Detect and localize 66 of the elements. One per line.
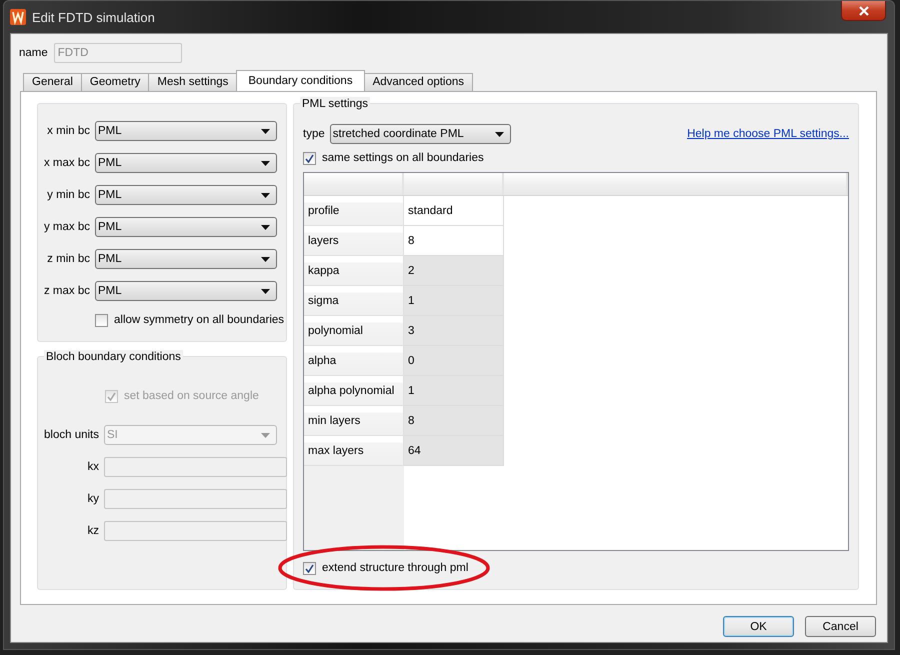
- field-label: x max bc: [42, 157, 91, 169]
- row-header: max layers: [304, 436, 404, 466]
- caret-icon: [261, 160, 270, 166]
- caret-icon: [494, 132, 504, 136]
- caret-icon: [261, 128, 270, 134]
- checkbox-label: same settings on all boundaries: [322, 152, 484, 164]
- group-title: Bloch boundary conditions: [44, 350, 183, 364]
- checkbox[interactable]: [303, 562, 316, 574]
- table-cell[interactable]: 1: [404, 286, 504, 316]
- checkbox-label: extend structure through pml: [322, 562, 468, 574]
- row-header: alpha: [304, 346, 404, 376]
- row-header: profile: [304, 196, 404, 226]
- table-cell[interactable]: 3: [404, 316, 504, 346]
- checkbox[interactable]: [95, 314, 108, 326]
- tab[interactable]: General: [23, 73, 82, 91]
- row-header: sigma: [304, 286, 404, 316]
- table-cell[interactable]: standard: [404, 196, 504, 226]
- tab[interactable]: Boundary conditions: [236, 70, 365, 91]
- field-label: kx: [86, 461, 100, 473]
- close-icon: [858, 6, 868, 16]
- table-cell[interactable]: 0: [404, 346, 504, 376]
- checkbox-label: set based on source angle: [124, 390, 259, 402]
- caret-icon: [261, 288, 270, 294]
- app-icon: [10, 9, 26, 25]
- caret-icon: [261, 256, 270, 262]
- caret-icon: [261, 192, 270, 198]
- row-header: min layers: [304, 406, 404, 436]
- table-cell[interactable]: 2: [404, 256, 504, 286]
- field-label: bloch units: [43, 429, 100, 441]
- ok-button[interactable]: OK: [723, 616, 794, 637]
- checkbox[interactable]: [303, 152, 316, 164]
- window-title: Edit FDTD simulation: [32, 10, 155, 24]
- tab[interactable]: Advanced options: [364, 73, 474, 91]
- tab[interactable]: Geometry: [80, 73, 150, 91]
- field-label: y min bc: [46, 189, 91, 201]
- dropdown[interactable]: PML: [95, 281, 277, 301]
- table-cell[interactable]: 1: [404, 376, 504, 406]
- caret-icon: [261, 224, 270, 230]
- table-cell[interactable]: 64: [404, 436, 504, 466]
- dropdown[interactable]: stretched coordinate PML: [330, 124, 511, 144]
- checkbox-label: allow symmetry on all boundaries: [114, 314, 284, 326]
- dropdown[interactable]: PML: [95, 249, 277, 269]
- dropdown[interactable]: PML: [95, 217, 277, 237]
- table-cell[interactable]: 8: [404, 406, 504, 436]
- field-label: z max bc: [42, 285, 91, 297]
- field-label: y max bc: [42, 221, 91, 233]
- name-label: name: [19, 47, 48, 59]
- table-cell[interactable]: 8: [404, 226, 504, 256]
- field-label: ky: [86, 493, 100, 505]
- cancel-button[interactable]: Cancel: [805, 616, 876, 637]
- tab[interactable]: Mesh settings: [148, 73, 238, 91]
- row-header: alpha polynomial: [304, 376, 404, 406]
- field-label: type: [303, 128, 325, 140]
- row-header: kappa: [304, 256, 404, 286]
- group-title: PML settings: [300, 97, 370, 111]
- field-label: x min bc: [46, 125, 91, 137]
- field-label: kz: [86, 525, 100, 537]
- help-link[interactable]: Help me choose PML settings...: [687, 128, 849, 140]
- caret-icon: [261, 432, 270, 438]
- close-button[interactable]: [841, 1, 886, 21]
- dropdown[interactable]: PML: [95, 121, 277, 141]
- dropdown[interactable]: PML: [95, 153, 277, 173]
- field-label: z min bc: [46, 253, 91, 265]
- row-header: layers: [304, 226, 404, 256]
- dropdown[interactable]: PML: [95, 185, 277, 205]
- row-header: polynomial: [304, 316, 404, 346]
